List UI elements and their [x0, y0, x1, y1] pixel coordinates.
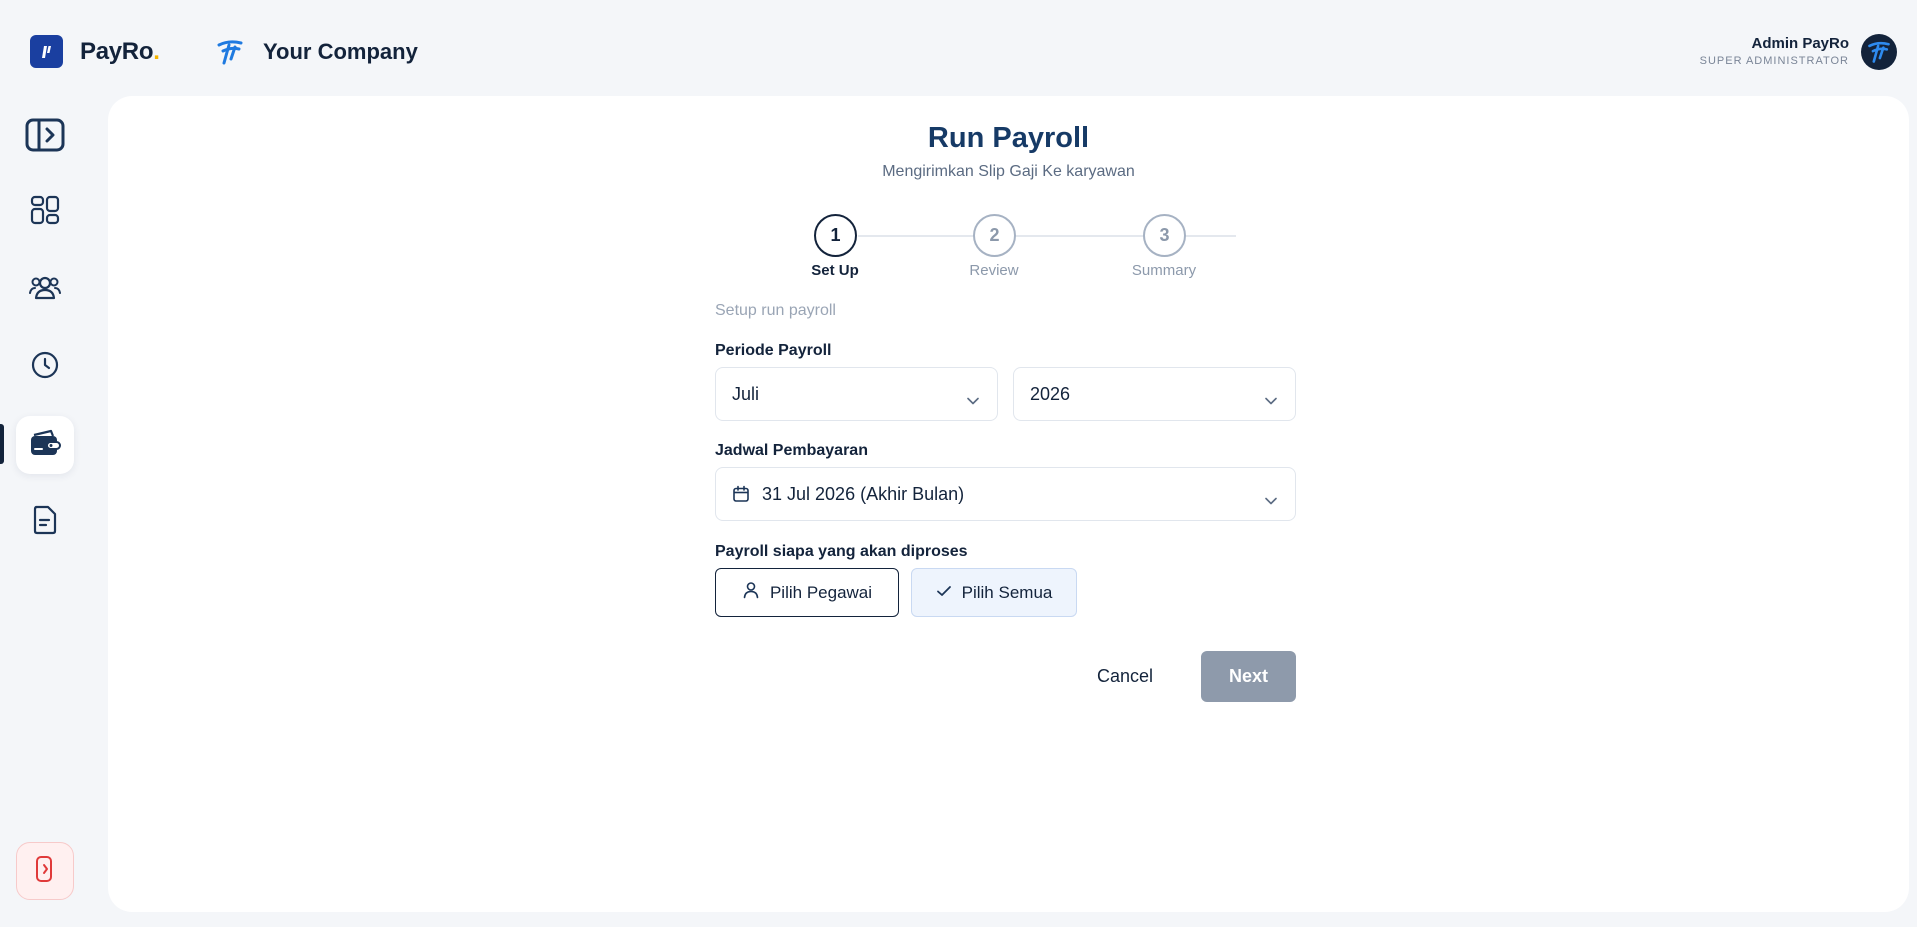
- dashboard-grid-icon: [30, 195, 60, 230]
- sidebar-toggle-icon: [25, 118, 65, 157]
- chevron-down-icon: [1265, 389, 1277, 410]
- logout-button[interactable]: [16, 842, 74, 900]
- cancel-button[interactable]: Cancel: [1065, 651, 1185, 702]
- sidebar-item-reports[interactable]: [16, 493, 74, 551]
- jadwal-label: Jadwal Pembayaran: [715, 442, 868, 459]
- section-hint: Setup run payroll: [715, 302, 836, 319]
- user-icon: [742, 581, 770, 604]
- step-3-circle[interactable]: 3: [1143, 214, 1186, 257]
- wallet-icon: [29, 429, 61, 462]
- user-info[interactable]: Admin PayRo SUPER ADMINISTRATOR: [1700, 35, 1849, 67]
- periode-label: Periode Payroll: [715, 342, 832, 359]
- pilih-pegawai-label: Pilih Pegawai: [769, 582, 873, 602]
- sidebar-toggle-button[interactable]: [16, 108, 74, 166]
- month-select[interactable]: Juli: [715, 367, 998, 421]
- check-icon: [936, 583, 962, 603]
- jadwal-value: 31 Jul 2026 (Akhir Bulan): [762, 483, 965, 504]
- sidebar-item-attendance[interactable]: [16, 338, 74, 396]
- pilih-semua-button[interactable]: Pilih Semua: [911, 568, 1077, 617]
- chevron-down-icon: [1265, 489, 1277, 510]
- step-2-circle[interactable]: 2: [973, 214, 1016, 257]
- sidebar-item-employees[interactable]: [16, 260, 74, 318]
- company-logo-icon: [215, 37, 245, 67]
- pilih-pegawai-button[interactable]: Pilih Pegawai: [715, 568, 899, 617]
- step-connector-2: [1016, 235, 1236, 237]
- top-header: PayRo. Your Company Admin PayRo SUPER AD…: [0, 0, 1917, 96]
- next-button[interactable]: Next: [1201, 651, 1296, 702]
- pilih-semua-label: Pilih Semua: [961, 582, 1053, 602]
- year-select[interactable]: 2026: [1013, 367, 1296, 421]
- users-icon: [29, 273, 61, 306]
- clock-icon: [30, 350, 60, 385]
- chevron-down-icon: [967, 389, 979, 410]
- step-1-circle[interactable]: 1: [814, 214, 857, 257]
- year-value: 2026: [1030, 383, 1071, 404]
- sidebar-nav: [0, 0, 100, 927]
- active-nav-indicator: [0, 424, 4, 464]
- user-name: Admin PayRo: [1751, 35, 1849, 52]
- month-value: Juli: [732, 383, 760, 404]
- step-2-label: Review: [969, 262, 1019, 279]
- step-3-label: Summary: [1131, 262, 1197, 279]
- sidebar-item-dashboard[interactable]: [16, 183, 74, 241]
- document-icon: [32, 505, 58, 540]
- calendar-icon: [732, 485, 750, 503]
- step-1-label: Set Up: [811, 262, 859, 279]
- logout-icon: [34, 855, 56, 888]
- who-label: Payroll siapa yang akan diproses: [715, 543, 968, 560]
- sidebar-item-payroll[interactable]: [16, 416, 74, 474]
- main-content-card: Run Payroll Mengirimkan Slip Gaji Ke kar…: [108, 96, 1909, 912]
- avatar[interactable]: [1861, 34, 1897, 70]
- page-title: Run Payroll: [927, 122, 1090, 154]
- company-name[interactable]: Your Company: [263, 39, 418, 65]
- jadwal-select[interactable]: 31 Jul 2026 (Akhir Bulan): [715, 467, 1296, 521]
- page-subtitle: Mengirimkan Slip Gaji Ke karyawan: [882, 163, 1135, 180]
- user-role: SUPER ADMINISTRATOR: [1699, 55, 1849, 67]
